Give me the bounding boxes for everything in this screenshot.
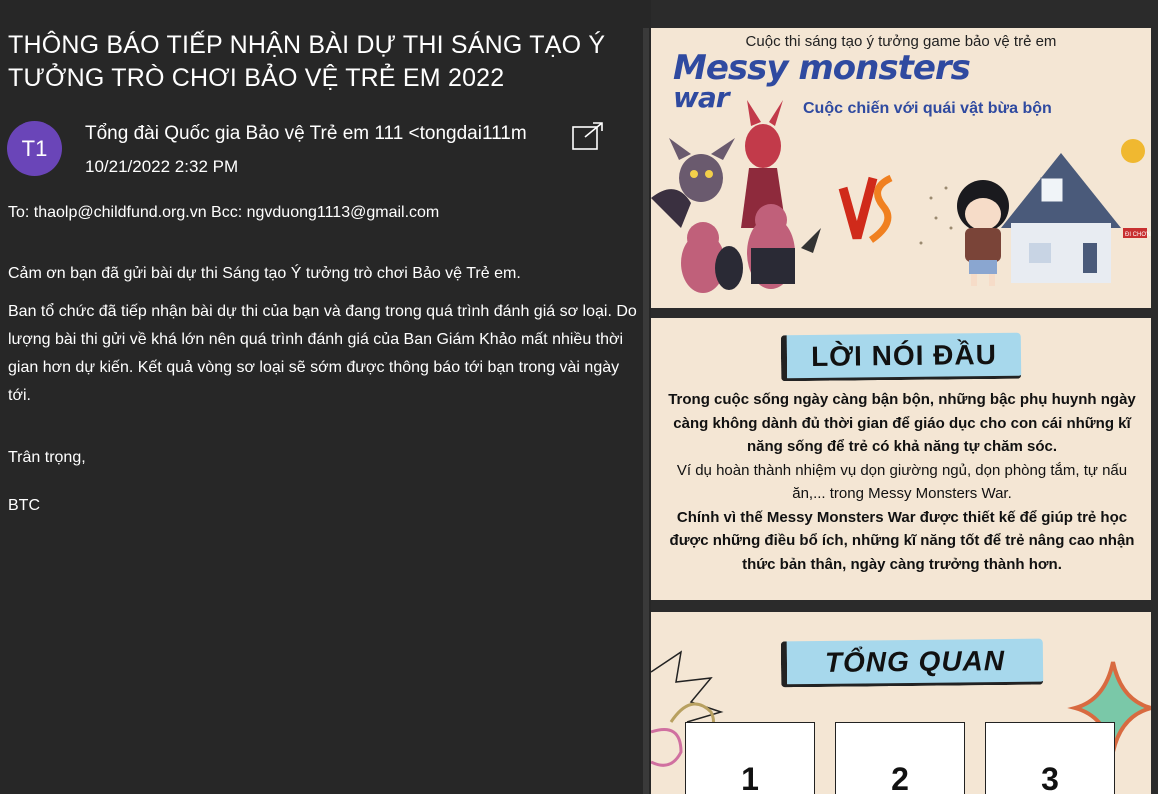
overview-heading: TỔNG QUAN (780, 638, 1044, 688)
closing-text: Trân trọng, (8, 449, 86, 466)
email-body: Cảm ơn bạn đã gửi bài dự thi Sáng tạo Ý … (8, 260, 638, 530)
sun-graphic (1121, 139, 1145, 163)
intro-paragraph: Chính vì thế Messy Monsters War được thi… (669, 508, 1135, 573)
overview-card-3: 3 (985, 722, 1115, 794)
sender-avatar[interactable]: T1 (7, 121, 62, 176)
poster-illustration: ĐI CHƠNG (651, 100, 1151, 293)
overview-card-1: 1 (685, 722, 815, 794)
boy-character (957, 180, 1009, 286)
attachment-page-2: LỜI NÓI ĐẦU Trong cuộc sống ngày càng bậ… (651, 318, 1151, 600)
house-sign-text: ĐI CHƠNG (1125, 232, 1151, 238)
pane-scrollbar[interactable] (643, 28, 649, 794)
intro-paragraph: Trong cuộc sống ngày càng bận bộn, những… (668, 391, 1136, 455)
intro-heading: LỜI NÓI ĐẦU (780, 332, 1022, 382)
viewer-top-bar (651, 0, 1158, 28)
paperclip-icon (651, 728, 683, 767)
email-subject: THÔNG BÁO TIẾP NHẬN BÀI DỰ THI SÁNG TẠO … (8, 31, 606, 92)
intro-text: Trong cuộc sống ngày càng bận bộn, những… (661, 388, 1143, 576)
intro-paragraph: Ví dụ hoàn thành nhiệm vụ dọn giường ngủ… (676, 461, 1128, 503)
attachment-preview[interactable]: Cuộc thi sáng tạo ý tưởng game bảo vệ tr… (651, 0, 1158, 794)
email-timestamp: 10/21/2022 2:32 PM (85, 157, 239, 176)
email-reading-pane: THÔNG BÁO TIẾP NHẬN BÀI DỰ THI SÁNG TẠO … (0, 0, 643, 794)
body-paragraph: Ban tổ chức đã tiếp nhận bài dự thi của … (8, 303, 637, 404)
attachment-page-1: Cuộc thi sáng tạo ý tưởng game bảo vệ tr… (651, 28, 1151, 308)
signature-text: BTC (8, 497, 40, 514)
versus-graphic (838, 174, 963, 245)
house-illustration: ĐI CHƠNG (1001, 153, 1151, 283)
open-in-new-window-icon[interactable] (571, 121, 605, 151)
recipients-line: To: thaolp@childfund.org.vn Bcc: ngvduon… (8, 204, 440, 221)
body-paragraph: Cảm ơn bạn đã gửi bài dự thi Sáng tạo Ý … (8, 265, 521, 282)
overview-card-number: 3 (1041, 761, 1059, 794)
monster-illustration (651, 100, 821, 293)
attachment-page-3: TỔNG QUAN 1 2 3 (651, 612, 1151, 794)
overview-card-number: 2 (891, 761, 909, 794)
overview-card-number: 1 (741, 761, 759, 794)
sender-name[interactable]: Tổng đài Quốc gia Bảo vệ Trẻ em 111 <ton… (85, 123, 561, 145)
overview-card-2: 2 (835, 722, 965, 794)
